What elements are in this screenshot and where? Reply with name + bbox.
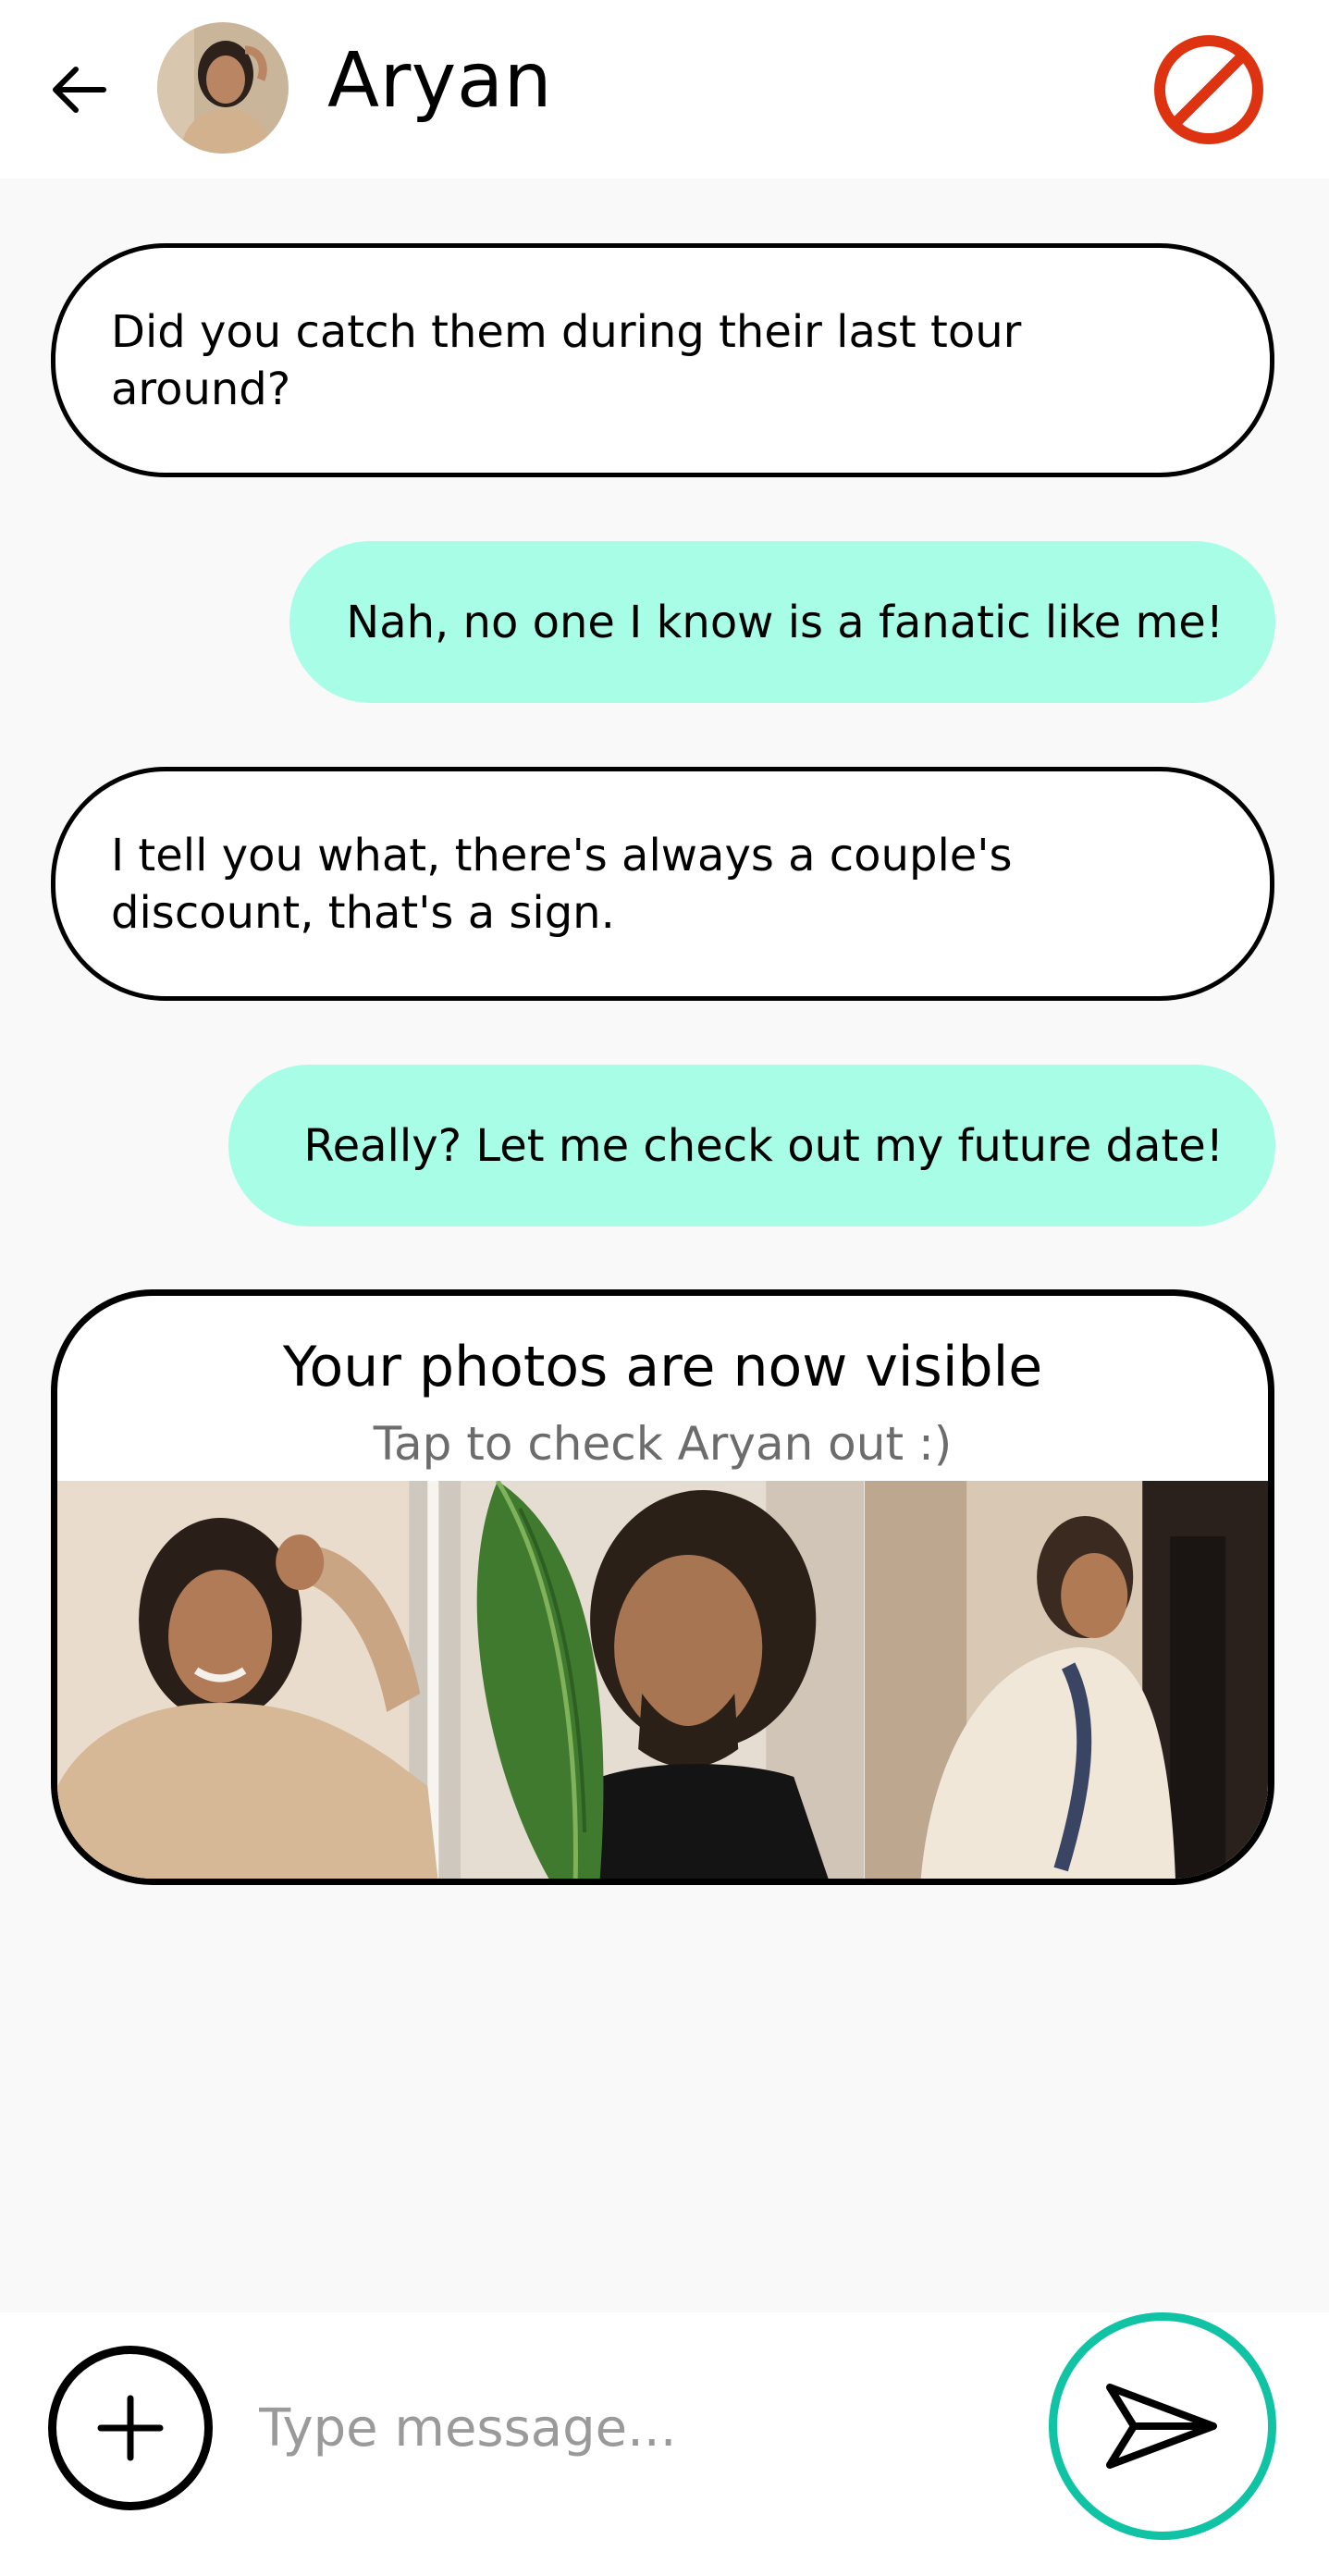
photos-visible-card[interactable]: Your photos are now visible Tap to check… (51, 1289, 1274, 1885)
card-title: Your photos are now visible (282, 1335, 1043, 1399)
chat-header: Aryan (0, 0, 1329, 179)
photo-beige-sweater[interactable] (57, 1481, 461, 1879)
photo-side-profile[interactable] (864, 1481, 1268, 1879)
add-attachment-button[interactable] (48, 2346, 213, 2510)
message-bubble-incoming[interactable]: I tell you what, there's always a couple… (51, 767, 1274, 1001)
block-button[interactable] (1150, 31, 1268, 149)
message-text: Did you catch them during their last tou… (111, 305, 1022, 415)
message-bubble-outgoing[interactable]: Really? Let me check out my future date! (228, 1065, 1275, 1226)
composer-bar (0, 2312, 1329, 2576)
contact-name: Aryan (327, 37, 553, 125)
message-text: I tell you what, there's always a couple… (111, 829, 1013, 939)
message-bubble-outgoing[interactable]: Nah, no one I know is a fanatic like me! (289, 541, 1275, 703)
send-icon (1106, 2384, 1217, 2469)
message-text: Nah, no one I know is a fanatic like me! (346, 596, 1224, 648)
photo-leaf-portrait[interactable] (461, 1481, 865, 1879)
back-button[interactable] (37, 48, 120, 131)
card-subtitle: Tap to check Aryan out :) (373, 1417, 953, 1471)
message-bubble-incoming[interactable]: Did you catch them during their last tou… (51, 243, 1274, 477)
photo-strip (57, 1481, 1268, 1879)
plus-icon (97, 2395, 164, 2461)
arrow-left-icon (53, 67, 106, 113)
send-button[interactable] (1049, 2312, 1276, 2540)
message-text: Really? Let me check out my future date! (303, 1119, 1224, 1172)
avatar[interactable] (157, 22, 289, 154)
block-icon (1154, 35, 1263, 144)
message-input[interactable] (259, 2377, 1017, 2479)
chat-screen: Aryan Did you catch them during their la… (0, 0, 1329, 2576)
